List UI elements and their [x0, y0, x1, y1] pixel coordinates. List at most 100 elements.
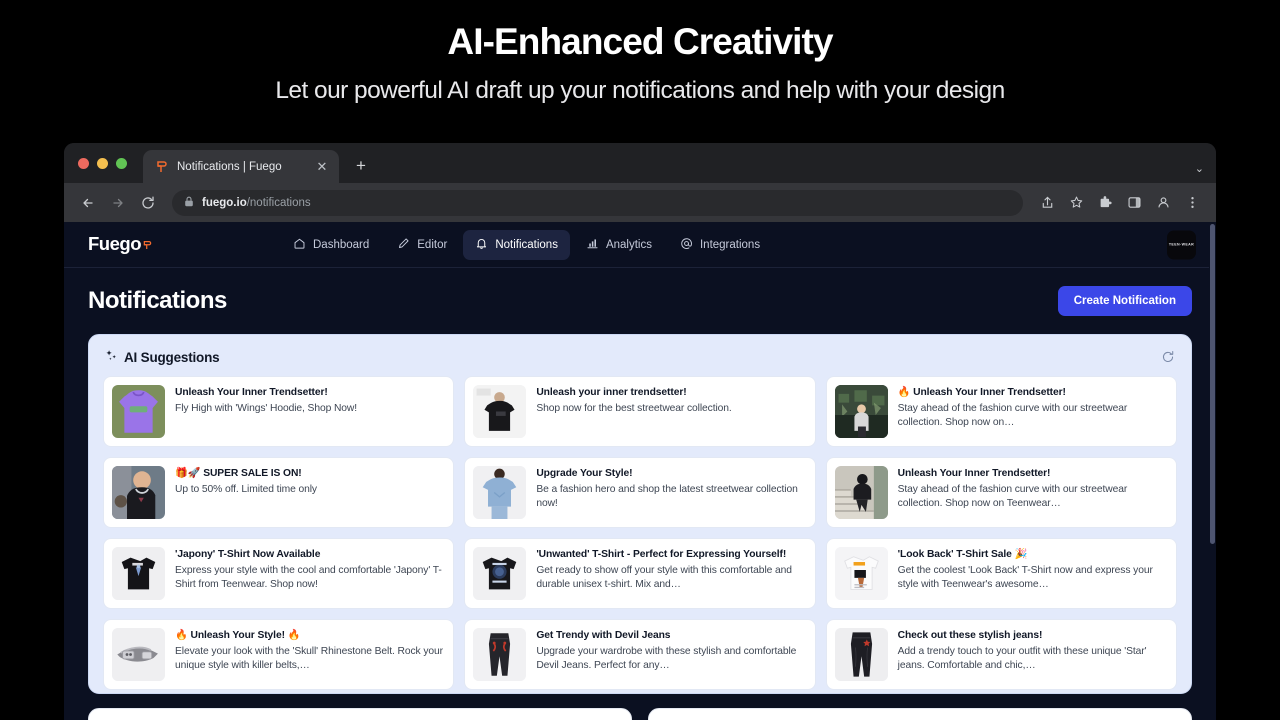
suggestion-thumbnail	[112, 628, 165, 681]
ai-suggestion-card[interactable]: Check out these stylish jeans! Add a tren…	[825, 619, 1177, 690]
suggestion-thumbnail	[112, 466, 165, 519]
suggestion-thumbnail	[473, 385, 527, 438]
ai-suggestion-card[interactable]: 'Unwanted' T-Shirt - Perfect for Express…	[464, 538, 816, 609]
nav-label: Dashboard	[313, 238, 370, 251]
reload-icon[interactable]	[134, 189, 162, 217]
avatar[interactable]: TEEN·WEAR	[1167, 230, 1196, 259]
ai-suggestion-card[interactable]: 🔥 Unleash Your Inner Trendsetter! Stay ah…	[825, 376, 1177, 447]
browser-window: Notifications | Fuego ✕ + ⌄ fuego.io/not…	[64, 143, 1216, 720]
suggestion-title: 'Look Back' T-Shirt Sale 🎉	[897, 549, 1028, 560]
nav-label: Notifications	[495, 238, 558, 251]
hero-subtitle: Let our powerful AI draft up your notifi…	[275, 76, 1005, 104]
ai-suggestion-card[interactable]: Get Trendy with Devil Jeans Upgrade your …	[464, 619, 816, 690]
profile-icon[interactable]	[1149, 189, 1177, 217]
bar-chart-icon	[586, 237, 599, 253]
suggestion-description: Stay ahead of the fashion curve with our…	[897, 483, 1128, 510]
suggestion-title: Unleash Your Inner Trendsetter!	[175, 387, 328, 398]
nav-item-dashboard[interactable]: Dashboard	[281, 230, 381, 260]
suggestion-description: Be a fashion hero and shop the latest st…	[536, 483, 798, 510]
suggestion-text: Upgrade Your Style! Be a fashion hero and…	[536, 466, 806, 512]
browser-tab-title: Notifications | Fuego	[177, 160, 282, 173]
nav-label: Editor	[417, 238, 448, 251]
suggestion-thumbnail	[112, 547, 165, 600]
bookmark-star-icon[interactable]	[1062, 189, 1090, 217]
pencil-icon	[397, 237, 410, 253]
ai-suggestion-card[interactable]: Unleash your inner trendsetter! Shop now …	[464, 376, 816, 447]
create-notification-button[interactable]: Create Notification	[1057, 286, 1192, 316]
close-tab-button[interactable]: ✕	[313, 158, 331, 176]
ai-suggestion-card[interactable]: 🔥 Unleash Your Style! 🔥 Elevate your look…	[103, 619, 455, 690]
ai-suggestion-card[interactable]: Unleash Your Inner Trendsetter! Stay ahea…	[825, 457, 1177, 528]
new-tab-button[interactable]: +	[347, 152, 375, 180]
suggestion-title: 🎁🚀 SUPER SALE IS ON!	[175, 468, 302, 479]
suggestion-description: Shop now for the best streetwear collect…	[536, 402, 732, 414]
browser-menu-icon[interactable]	[1178, 189, 1206, 217]
hero-banner: AI-Enhanced Creativity Let our powerful …	[0, 0, 1280, 143]
ai-suggestions-header: AI Suggestions	[103, 349, 1177, 365]
suggestion-text: Get Trendy with Devil Jeans Upgrade your …	[536, 628, 806, 674]
address-bar[interactable]: fuego.io/notifications	[172, 189, 1023, 216]
suggestion-title: Check out these stylish jeans!	[897, 630, 1043, 641]
close-window-button[interactable]	[78, 157, 89, 169]
ai-suggestions-title-group: AI Suggestions	[105, 349, 220, 365]
suggestion-title: Unleash Your Inner Trendsetter!	[897, 468, 1051, 479]
page-scrollbar[interactable]	[1209, 222, 1216, 720]
suggestion-text: 🔥 Unleash Your Style! 🔥 Elevate your look…	[175, 628, 445, 674]
suggestion-description: Get the coolest 'Look Back' T-Shirt now …	[897, 564, 1153, 591]
ai-suggestion-card[interactable]: Upgrade Your Style! Be a fashion hero and…	[464, 457, 816, 528]
suggestion-thumbnail	[112, 385, 165, 438]
suggestion-text: Check out these stylish jeans! Add a tren…	[898, 628, 1168, 674]
at-sign-icon	[680, 237, 693, 253]
suggestion-thumbnail	[473, 466, 527, 519]
fuego-logo-icon	[154, 159, 169, 174]
refresh-icon[interactable]	[1161, 350, 1175, 364]
suggestion-description: Fly High with 'Wings' Hoodie, Shop Now!	[175, 402, 358, 414]
suggestion-text: Unleash your inner trendsetter! Shop now …	[536, 385, 806, 416]
nav-label: Analytics	[605, 238, 652, 251]
maximize-window-button[interactable]	[116, 157, 127, 169]
home-icon	[293, 237, 306, 253]
suggestion-thumbnail	[473, 547, 527, 600]
browser-tab[interactable]: Notifications | Fuego ✕	[143, 150, 339, 183]
page-title: Notifications	[88, 287, 227, 314]
page-viewport: Fuego Dashboard Editor Notifications Ana…	[64, 222, 1216, 720]
ai-suggestion-card[interactable]: Unleash Your Inner Trendsetter! Fly High …	[103, 376, 455, 447]
nav-item-editor[interactable]: Editor	[385, 230, 459, 260]
ai-suggestion-card[interactable]: 'Look Back' T-Shirt Sale 🎉 Get the cooles…	[825, 538, 1177, 609]
back-icon[interactable]	[74, 189, 102, 217]
browser-toolbar: fuego.io/notifications	[64, 183, 1216, 222]
browser-tabstrip: Notifications | Fuego ✕ + ⌄	[64, 143, 1216, 183]
ai-suggestion-card[interactable]: 🎁🚀 SUPER SALE IS ON! Up to 50% off. Limit…	[103, 457, 455, 528]
suggestion-title: Upgrade Your Style!	[536, 468, 633, 479]
suggestion-text: 'Look Back' T-Shirt Sale 🎉 Get the cooles…	[898, 547, 1168, 593]
hero-title: AI-Enhanced Creativity	[447, 21, 833, 62]
minimize-window-button[interactable]	[97, 157, 108, 169]
share-icon[interactable]	[1033, 189, 1061, 217]
ai-suggestion-card[interactable]: 'Japony' T-Shirt Now Available Express yo…	[103, 538, 455, 609]
suggestion-thumbnail	[834, 628, 888, 681]
url-domain: fuego.io	[202, 196, 247, 209]
fuego-mark-icon	[142, 234, 153, 256]
suggestion-title: 🔥 Unleash Your Inner Trendsetter!	[897, 387, 1066, 398]
tabstrip-menu-button[interactable]: ⌄	[1195, 162, 1204, 175]
notification-card[interactable]: Automated	[648, 708, 1192, 720]
nav-item-integrations[interactable]: Integrations	[668, 230, 772, 260]
side-panel-icon[interactable]	[1120, 189, 1148, 217]
extensions-icon[interactable]	[1091, 189, 1119, 217]
app-navbar: Fuego Dashboard Editor Notifications Ana…	[64, 222, 1216, 268]
notifications-list: Automated Automated	[88, 708, 1192, 720]
avatar-label: TEEN·WEAR	[1168, 242, 1195, 247]
url-path: /notifications	[246, 196, 311, 209]
suggestion-thumbnail	[473, 628, 527, 681]
suggestion-description: Express your style with the cool and com…	[175, 564, 442, 591]
suggestion-title: 'Unwanted' T-Shirt - Perfect for Express…	[536, 549, 787, 560]
nav-item-analytics[interactable]: Analytics	[574, 230, 664, 260]
nav-item-notifications[interactable]: Notifications	[463, 229, 570, 260]
forward-icon[interactable]	[104, 189, 132, 217]
app-nav-items: Dashboard Editor Notifications Analytics…	[281, 229, 772, 260]
scrollbar-thumb[interactable]	[1210, 224, 1215, 544]
brand-logo[interactable]: Fuego	[88, 233, 153, 256]
bell-icon	[475, 237, 488, 253]
window-controls	[76, 143, 133, 183]
notification-card[interactable]: Automated	[88, 708, 632, 720]
